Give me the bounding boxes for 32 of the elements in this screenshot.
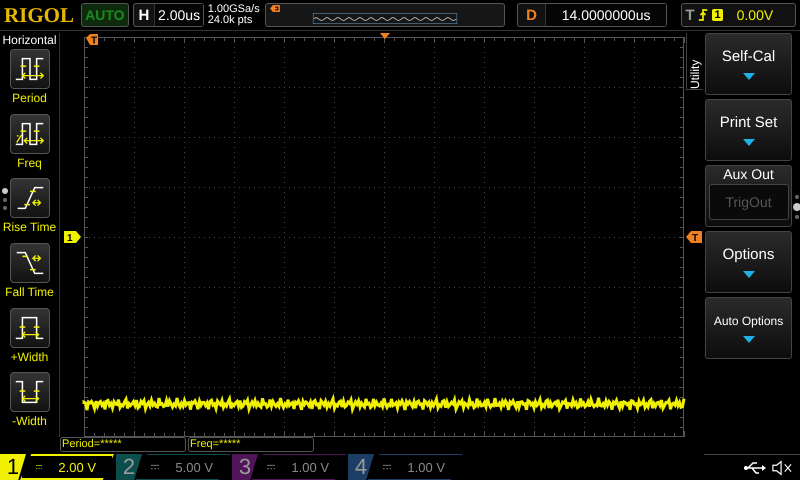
timebase-box[interactable]: H 2.00us xyxy=(132,3,204,27)
memory-depth: 24.0k pts xyxy=(208,15,254,26)
measurement-label: Freq xyxy=(17,156,42,170)
trigger-level-marker[interactable]: T xyxy=(686,231,702,244)
sample-rate: 1.00GSa/s xyxy=(208,4,261,15)
softkey-button[interactable]: Print Set xyxy=(705,99,792,161)
trigger-box[interactable]: T 1 0.00V xyxy=(681,3,796,27)
measurement-label: Period xyxy=(12,91,47,105)
menu-title: Horizontal xyxy=(2,33,57,47)
measurement-readout: Period=***** xyxy=(60,437,186,452)
menu-title: Utility xyxy=(686,33,703,90)
measurement-label: +Width xyxy=(10,350,48,364)
run-mode-indicator: AUTO xyxy=(81,3,129,27)
measurement-label: Rise Time xyxy=(2,220,56,234)
delay-value: 14.0000000us xyxy=(544,4,666,26)
trigger-label: T xyxy=(685,6,694,24)
brand-logo: RIGOL xyxy=(4,2,76,28)
trigger-level: 0.00V xyxy=(736,7,774,23)
channel-marker[interactable]: 1 xyxy=(64,231,81,244)
measurement-label: -Width xyxy=(12,414,47,428)
measurement-label: Fall Time xyxy=(5,285,54,300)
softkey-button[interactable]: Self-Cal xyxy=(705,33,792,95)
measurement-readout: Freq=***** xyxy=(188,437,314,452)
softkey-button[interactable]: Options xyxy=(705,231,792,293)
delay-label: D xyxy=(525,6,538,24)
softkey-button[interactable]: Auto Options xyxy=(705,297,792,359)
delay-box[interactable]: D 14.0000000us xyxy=(517,3,668,27)
softkey-label: Aux Out xyxy=(723,166,774,182)
trigger-position-marker[interactable]: T xyxy=(86,34,98,46)
timebase-label: H xyxy=(138,6,150,24)
trigger-source: 1 xyxy=(712,9,723,21)
timebase-value: 2.00us xyxy=(154,4,203,26)
